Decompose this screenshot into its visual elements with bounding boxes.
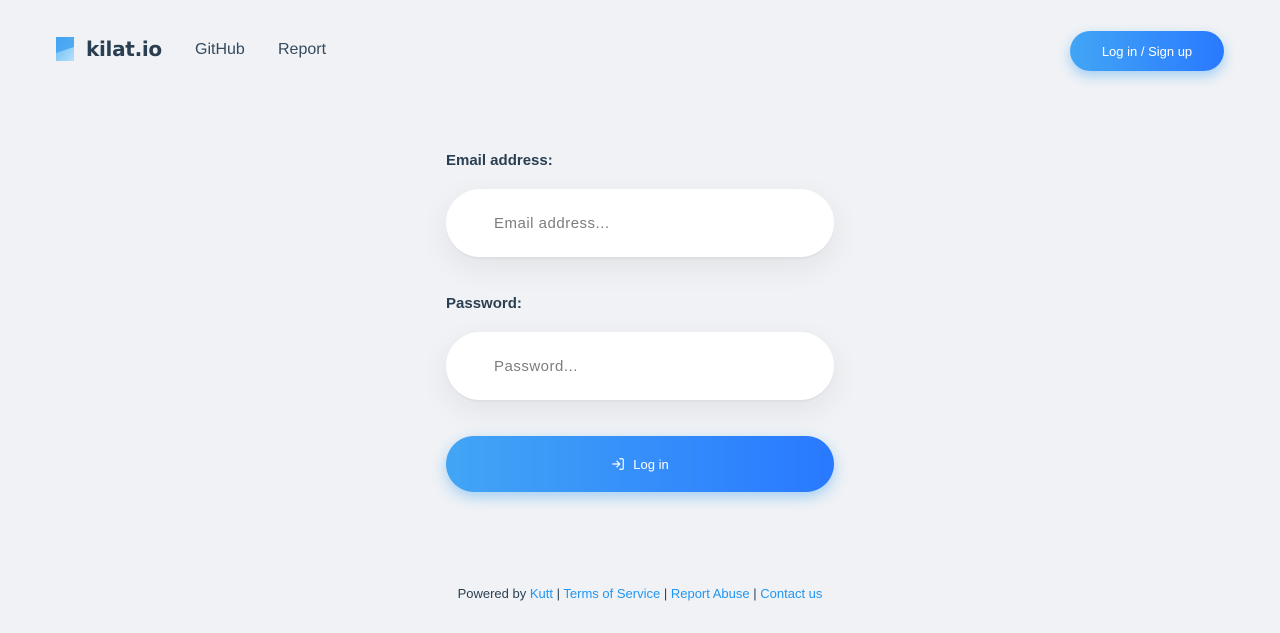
nav-report-link[interactable]: Report <box>278 41 326 59</box>
nav-github-link[interactable]: GitHub <box>195 41 245 59</box>
logo-link[interactable]: kilat.io <box>56 37 162 61</box>
email-input[interactable] <box>446 189 834 257</box>
password-input[interactable] <box>446 332 834 400</box>
login-signup-button[interactable]: Log in / Sign up <box>1070 31 1224 71</box>
header: kilat.io GitHub Report Log in / Sign up <box>0 0 1280 100</box>
terms-link[interactable]: Terms of Service <box>563 586 660 601</box>
footer-separator: | <box>663 586 668 601</box>
footer: Powered by Kutt | Terms of Service | Rep… <box>0 586 1280 601</box>
login-button-label: Log in <box>633 456 669 472</box>
footer-separator: | <box>556 586 560 601</box>
footer-separator: | <box>753 586 757 601</box>
logo-text: kilat.io <box>86 37 162 61</box>
password-label: Password: <box>446 295 522 312</box>
logo-icon <box>56 37 74 61</box>
login-button[interactable]: Log in <box>446 436 834 492</box>
log-in-icon <box>612 458 625 470</box>
email-label: Email address: <box>446 152 553 169</box>
report-abuse-link[interactable]: Report Abuse <box>671 586 750 601</box>
powered-by-text: Powered by <box>457 586 527 601</box>
kutt-link[interactable]: Kutt <box>530 586 553 601</box>
contact-link[interactable]: Contact us <box>760 586 822 601</box>
